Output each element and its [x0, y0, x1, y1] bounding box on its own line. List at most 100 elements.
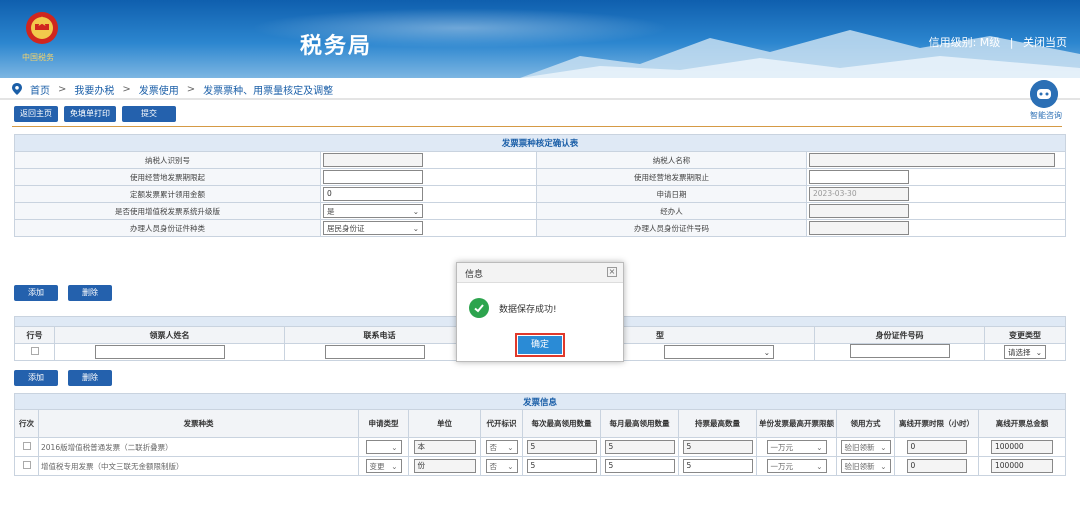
delete-holder-button[interactable]: 删除	[68, 285, 112, 301]
breadcrumb-current: 发票票种、用票量核定及调整	[203, 85, 334, 97]
form-caption: 发票票种核定确认表	[14, 134, 1066, 152]
chevron-down-icon: ⌄	[391, 461, 398, 471]
form-label: 纳税人名称	[536, 151, 807, 169]
chevron-down-icon: ⌄	[763, 347, 770, 357]
breadcrumb-separator: >	[122, 83, 131, 95]
unit-field[interactable]: 份	[413, 459, 476, 473]
close-icon[interactable]: ×	[607, 267, 617, 277]
form-label: 使用经营地发票期限止	[536, 168, 807, 186]
invoice-row-checkbox[interactable]	[22, 461, 31, 469]
agent-flag-value: 否	[489, 461, 498, 471]
breadcrumb-tax[interactable]: 我要办税	[74, 82, 114, 97]
holder-row-checkbox[interactable]	[30, 347, 39, 355]
handler-field[interactable]	[809, 204, 909, 218]
print-button[interactable]: 免填单打印	[64, 106, 116, 122]
toolbar: 返回主页 免填单打印 提交	[14, 106, 176, 122]
invoice-header: 行次	[14, 409, 39, 438]
chevron-down-icon: ⌄	[412, 223, 419, 233]
delete-invoice-button[interactable]: 删除	[68, 370, 112, 386]
limit-value: 一万元	[770, 461, 794, 471]
chevron-down-icon: ⌄	[816, 461, 823, 471]
breadcrumb-separator: >	[186, 83, 196, 95]
limit-select[interactable]: 一万元 ⌄	[766, 440, 827, 454]
per-time-field[interactable]: 5	[526, 459, 597, 473]
location-pin-icon	[12, 83, 22, 95]
id-type-value: 居民身份证	[327, 223, 365, 233]
invoice-header: 离线开票时限（小时）	[894, 409, 979, 438]
hold-max-field[interactable]: 5	[682, 459, 753, 473]
chevron-down-icon: ⌄	[816, 442, 823, 452]
period-end-field[interactable]	[809, 170, 909, 184]
method-select[interactable]: 验旧领新 ⌄	[840, 459, 891, 473]
form-label: 申请日期	[536, 185, 807, 203]
offline-amount-field[interactable]: 100000	[991, 459, 1053, 473]
period-start-field[interactable]	[323, 170, 423, 184]
handler-id-field[interactable]	[809, 221, 909, 235]
per-month-field[interactable]: 5	[604, 459, 675, 473]
apply-type-select[interactable]: 变更 ⌄	[365, 459, 402, 473]
invoice-header: 离线开票总金额	[978, 409, 1066, 438]
agent-flag-select[interactable]: 否 ⌄	[485, 440, 518, 454]
header-user-area: 信用级别: M级 | 关闭当页	[926, 34, 1070, 50]
holders-header: 领票人姓名	[54, 326, 285, 344]
chevron-down-icon: ⌄	[391, 442, 398, 452]
success-check-icon	[469, 298, 489, 318]
agent-flag-select[interactable]: 否 ⌄	[485, 459, 518, 473]
chevron-down-icon: ⌄	[880, 442, 887, 452]
form-label: 使用经营地发票期限起	[14, 168, 321, 186]
method-value: 验旧领新	[844, 442, 875, 452]
breadcrumb-home[interactable]: 首页	[30, 82, 50, 97]
holder-type-select[interactable]: ⌄	[664, 345, 774, 359]
form-label: 定额发票累计领用金额	[14, 185, 321, 203]
submit-button[interactable]: 提交	[122, 106, 176, 122]
assistant-label[interactable]: 智能咨询	[1030, 110, 1062, 121]
taxpayer-name-field[interactable]	[809, 153, 1055, 167]
holders-header: 联系电话	[284, 326, 475, 344]
agent-flag-value: 否	[489, 442, 498, 452]
id-type-select[interactable]: 居民身份证 ⌄	[323, 221, 423, 235]
holder-name-field[interactable]	[95, 345, 225, 359]
holder-id-field[interactable]	[849, 344, 950, 358]
invoice-caption: 发票信息	[14, 393, 1066, 410]
fixed-amount-field[interactable]: 0	[323, 187, 423, 201]
hold-max-field[interactable]: 5	[682, 440, 753, 454]
verification-form: 发票票种核定确认表 纳税人识别号 纳税人名称 使用经营地发票期限起 使用经营地发…	[14, 134, 1066, 237]
offline-hours-field[interactable]: 0	[906, 459, 967, 473]
add-invoice-button[interactable]: 添加	[14, 370, 58, 386]
assistant-icon[interactable]	[1030, 80, 1058, 108]
apply-date-field[interactable]: 2023-03-30	[809, 187, 909, 201]
change-type-select[interactable]: 请选择 ⌄	[1004, 345, 1046, 359]
chevron-down-icon: ⌄	[507, 442, 514, 452]
close-page-link[interactable]: 关闭当页	[1023, 36, 1067, 49]
upgrade-system-value: 是	[327, 206, 335, 216]
unit-field[interactable]: 本	[413, 440, 476, 454]
upgrade-system-select[interactable]: 是 ⌄	[323, 204, 423, 218]
invoice-kind: 2016版增值税普通发票（二联折叠票）	[38, 437, 359, 457]
taxpayer-id-field[interactable]	[323, 153, 423, 167]
dialog-body: 数据保存成功!	[469, 298, 557, 318]
chevron-down-icon: ⌄	[412, 206, 419, 216]
apply-type-select[interactable]: ⌄	[365, 440, 402, 454]
per-time-field[interactable]: 5	[526, 440, 597, 454]
invoice-row-checkbox[interactable]	[22, 442, 31, 450]
invoice-header: 单份发票最高开票限额	[756, 409, 837, 438]
holder-phone-field[interactable]	[325, 345, 425, 359]
site-title: 税务局	[300, 34, 373, 59]
method-select[interactable]: 验旧领新 ⌄	[840, 440, 891, 454]
dialog-message: 数据保存成功!	[499, 304, 557, 315]
back-home-button[interactable]: 返回主页	[14, 106, 58, 122]
holders-header: 变更类型	[984, 326, 1066, 344]
invoice-kind: 增值税专用发票（中文三联无金额限制版）	[38, 456, 359, 476]
offline-hours-field[interactable]: 0	[906, 440, 967, 454]
invoice-header: 每月最高领用数量	[600, 409, 679, 438]
limit-select[interactable]: 一万元 ⌄	[766, 459, 827, 473]
toolbar-divider	[12, 126, 1062, 127]
dialog-header: 信息 ×	[457, 263, 623, 283]
breadcrumb-invoice-use[interactable]: 发票使用	[139, 82, 179, 97]
add-holder-button[interactable]: 添加	[14, 285, 58, 301]
confirm-button[interactable]: 确定	[518, 336, 562, 354]
holders-header: 行号	[14, 326, 55, 344]
invoice-header: 持票最高数量	[678, 409, 757, 438]
offline-amount-field[interactable]: 100000	[991, 440, 1053, 454]
per-month-field[interactable]: 5	[604, 440, 675, 454]
